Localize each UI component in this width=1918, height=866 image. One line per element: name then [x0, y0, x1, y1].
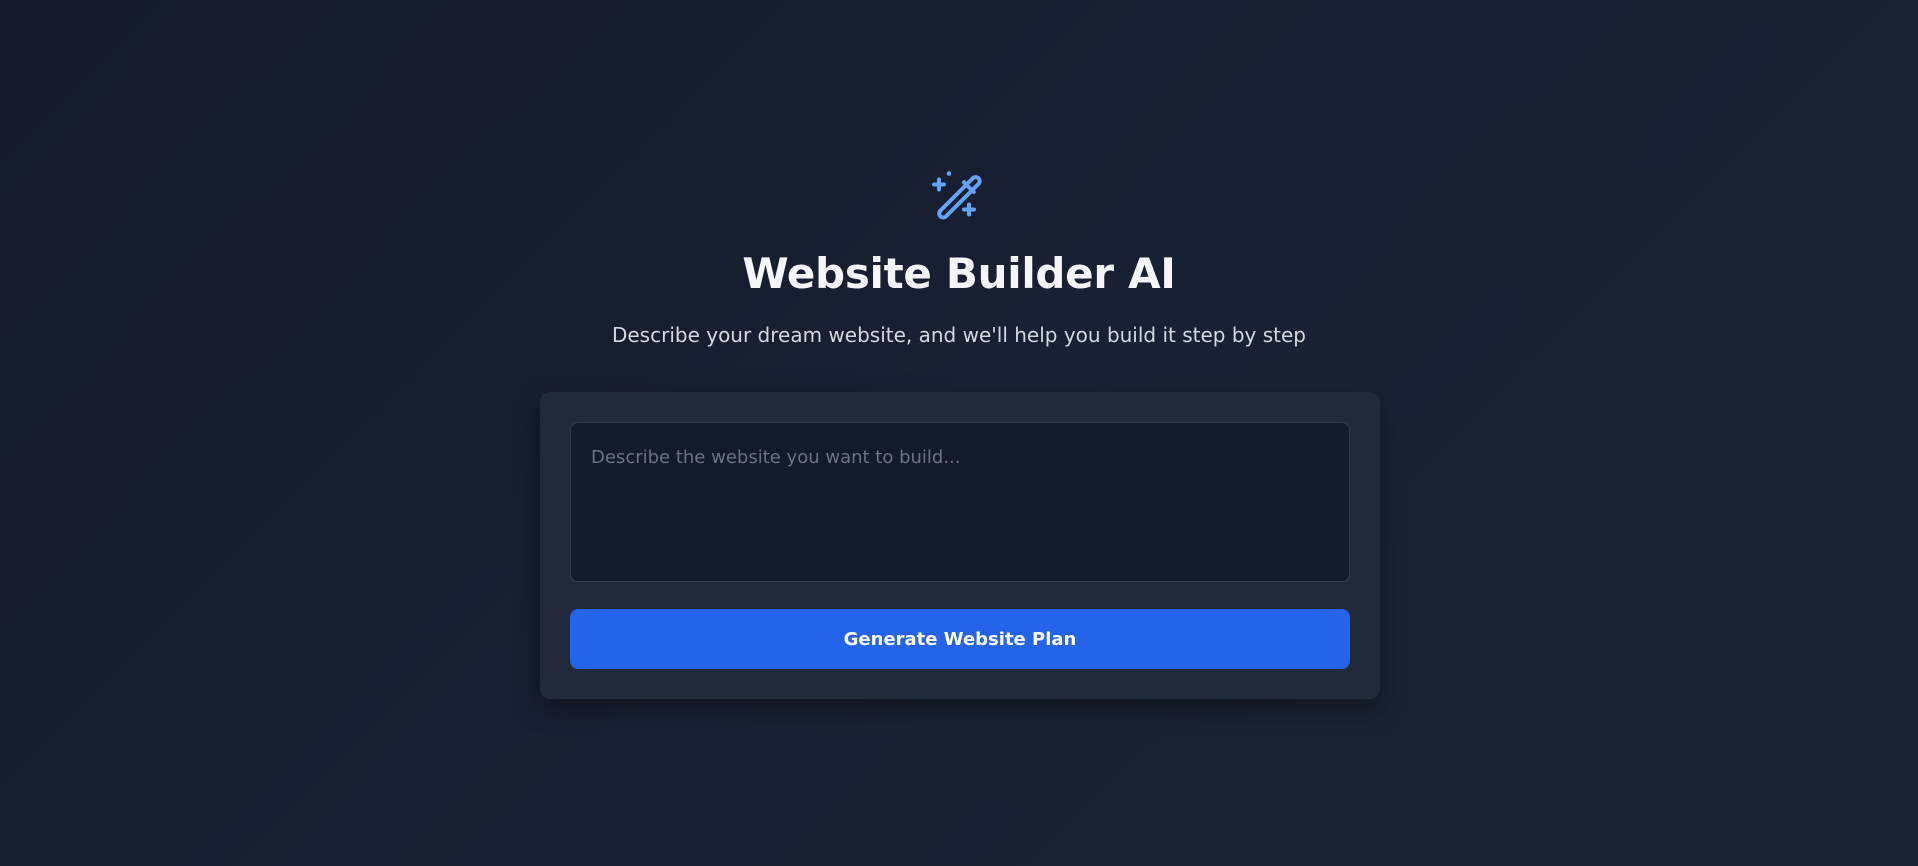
- magic-wand-icon: [932, 171, 982, 220]
- page-title: Website Builder AI: [742, 249, 1176, 298]
- prompt-card: Generate Website Plan: [540, 392, 1380, 699]
- generate-plan-button[interactable]: Generate Website Plan: [570, 609, 1350, 669]
- page-subtitle: Describe your dream website, and we'll h…: [611, 323, 1307, 347]
- website-description-input[interactable]: [570, 422, 1350, 582]
